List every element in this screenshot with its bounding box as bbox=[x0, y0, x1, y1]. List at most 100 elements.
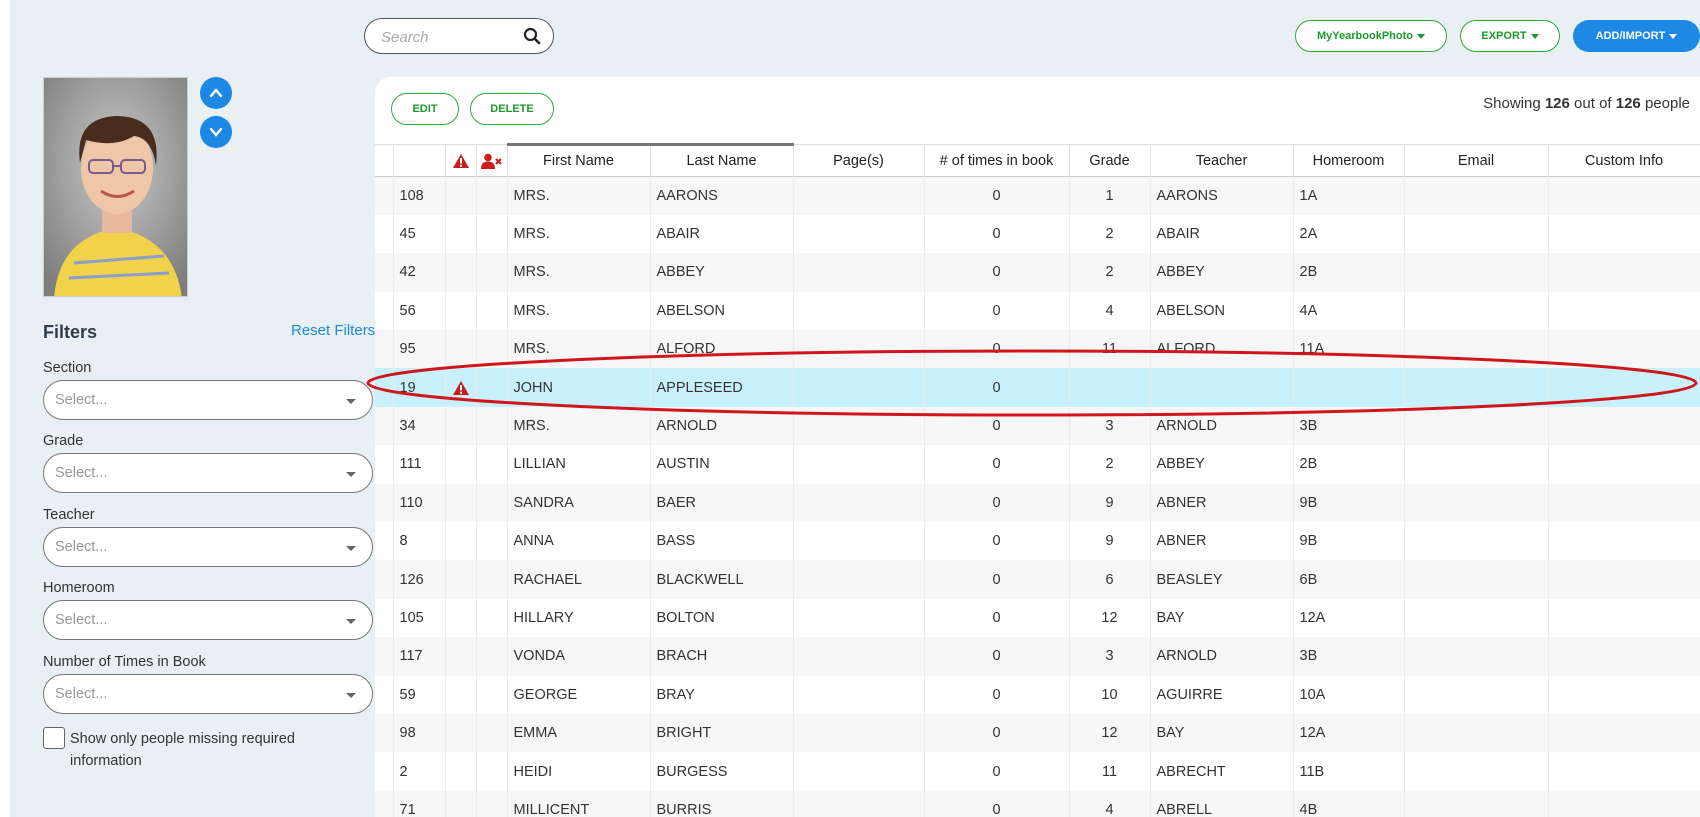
export-dropdown-button[interactable]: EXPORT bbox=[1460, 20, 1560, 52]
email-column-header[interactable]: Email bbox=[1404, 144, 1549, 177]
times-in-book-cell: 0 bbox=[924, 522, 1070, 561]
homeroom-column-header[interactable]: Homeroom bbox=[1293, 144, 1405, 177]
total-count: 126 bbox=[1615, 95, 1641, 112]
table-row[interactable]: 56 MRS. ABELSON 0 4 ABELSON 4A bbox=[375, 291, 1700, 331]
warning-cell bbox=[445, 291, 477, 331]
search-input[interactable] bbox=[381, 27, 521, 47]
previous-person-button[interactable] bbox=[200, 77, 232, 109]
table-row[interactable]: 2 HEIDI BURGESS 0 11 ABRECHT 11B bbox=[375, 752, 1700, 791]
edit-button[interactable]: EDIT bbox=[391, 93, 459, 125]
people-table-panel: EDIT DELETE Showing 126 out of 126 peopl… bbox=[375, 77, 1700, 817]
table-row[interactable]: 126 RACHAEL BLACKWELL 0 6 BEASLEY 6B bbox=[375, 560, 1700, 599]
myyearbookphoto-dropdown-button[interactable]: MyYearbookPhoto bbox=[1295, 20, 1447, 52]
showing-middle: out of bbox=[1574, 95, 1612, 112]
grade-cell: 4 bbox=[1069, 790, 1151, 817]
times-in-book-cell: 0 bbox=[924, 406, 1070, 446]
table-row[interactable]: 19 JOHN APPLESEED 0 bbox=[375, 368, 1700, 407]
homeroom-filter-select[interactable]: Select... bbox=[43, 600, 373, 640]
custom-info-column-header[interactable]: Custom Info bbox=[1548, 144, 1700, 177]
grade-filter-select[interactable]: Select... bbox=[43, 453, 373, 493]
export-label: EXPORT bbox=[1481, 30, 1527, 42]
teacher-column-header[interactable]: Teacher bbox=[1150, 144, 1294, 177]
table-row[interactable]: 45 MRS. ABAIR 0 2 ABAIR 2A bbox=[375, 214, 1700, 254]
warning-cell bbox=[445, 406, 477, 446]
reset-filters-link[interactable]: Reset Filters bbox=[291, 322, 375, 339]
section-filter-select[interactable]: Select... bbox=[43, 380, 373, 420]
table-row[interactable]: 117 VONDA BRACH 0 3 ARNOLD 3B bbox=[375, 637, 1700, 676]
table-row[interactable]: 110 SANDRA BAER 0 9 ABNER 9B bbox=[375, 483, 1700, 523]
table-row[interactable]: 59 GEORGE BRAY 0 10 AGUIRRE 10A bbox=[375, 675, 1700, 714]
teacher-cell bbox=[1150, 368, 1294, 407]
custom-info-cell bbox=[1548, 406, 1700, 446]
table-row[interactable]: 8 ANNA BASS 0 9 ABNER 9B bbox=[375, 522, 1700, 561]
table-header-row: First Name Last Name Page(s) # of times … bbox=[375, 143, 1700, 177]
section-filter-label: Section bbox=[43, 360, 92, 376]
id-cell: 108 bbox=[393, 176, 446, 215]
search-box[interactable] bbox=[364, 18, 554, 54]
table-row[interactable]: 71 MILLICENT BURRIS 0 4 ABRELL 4B bbox=[375, 790, 1700, 817]
first-name-column-header[interactable]: First Name bbox=[507, 143, 651, 177]
first-name-cell: GEORGE bbox=[507, 675, 651, 714]
times-in-book-filter-label: Number of Times in Book bbox=[43, 654, 206, 670]
caret-down-icon bbox=[1669, 33, 1678, 39]
table-row[interactable]: 108 MRS. AARONS 0 1 AARONS 1A bbox=[375, 176, 1700, 215]
teacher-filter-select[interactable]: Select... bbox=[43, 527, 373, 567]
shown-count: 126 bbox=[1544, 95, 1570, 112]
last-name-column-header[interactable]: Last Name bbox=[650, 143, 794, 177]
grade-cell: 11 bbox=[1069, 752, 1151, 791]
custom-info-cell bbox=[1548, 330, 1700, 369]
custom-info-cell bbox=[1548, 483, 1700, 523]
spacer-cell bbox=[375, 560, 394, 599]
grade-cell: 9 bbox=[1069, 483, 1151, 523]
warning-column-header[interactable] bbox=[445, 144, 477, 177]
myyearbookphoto-label: MyYearbookPhoto bbox=[1317, 30, 1413, 42]
next-person-button[interactable] bbox=[200, 116, 232, 148]
pages-column-header[interactable]: Page(s) bbox=[793, 144, 925, 177]
first-name-cell: MRS. bbox=[507, 176, 651, 215]
first-name-cell: MILLICENT bbox=[507, 790, 651, 817]
table-row[interactable]: 105 HILLARY BOLTON 0 12 BAY 12A bbox=[375, 598, 1700, 638]
times-in-book-cell: 0 bbox=[924, 368, 1070, 407]
missing-person-column-header[interactable] bbox=[476, 144, 508, 177]
grade-filter-placeholder: Select... bbox=[55, 465, 108, 481]
table-row[interactable]: 111 LILLIAN AUSTIN 0 2 ABBEY 2B bbox=[375, 445, 1700, 484]
last-name-cell: BAER bbox=[650, 483, 794, 523]
id-cell: 117 bbox=[393, 637, 446, 676]
dropdown-arrow-icon bbox=[346, 399, 356, 404]
warning-cell bbox=[445, 253, 477, 292]
pages-cell bbox=[793, 483, 925, 523]
delete-button[interactable]: DELETE bbox=[470, 93, 554, 125]
missing-info-checkbox[interactable] bbox=[43, 727, 65, 749]
table-row[interactable]: 34 MRS. ARNOLD 0 3 ARNOLD 3B bbox=[375, 406, 1700, 446]
spacer-cell bbox=[375, 253, 394, 292]
first-name-cell: JOHN bbox=[507, 368, 651, 407]
custom-info-cell bbox=[1548, 214, 1700, 254]
email-cell bbox=[1404, 713, 1549, 753]
table-row[interactable]: 98 EMMA BRIGHT 0 12 BAY 12A bbox=[375, 713, 1700, 753]
grade-column-header[interactable]: Grade bbox=[1069, 144, 1151, 177]
email-cell bbox=[1404, 214, 1549, 254]
id-column-header[interactable] bbox=[393, 144, 446, 177]
last-name-cell: BRACH bbox=[650, 637, 794, 676]
warning-cell bbox=[445, 713, 477, 753]
spacer-cell bbox=[375, 598, 394, 638]
showing-count-text: Showing 126 out of 126 people bbox=[1483, 95, 1690, 112]
email-cell bbox=[1404, 253, 1549, 292]
email-cell bbox=[1404, 176, 1549, 215]
last-name-cell: AARONS bbox=[650, 176, 794, 215]
pages-cell bbox=[793, 637, 925, 676]
times-in-book-cell: 0 bbox=[924, 253, 1070, 292]
missing-person-cell bbox=[476, 291, 508, 331]
email-cell bbox=[1404, 445, 1549, 484]
table-row[interactable]: 95 MRS. ALFORD 0 11 ALFORD 11A bbox=[375, 330, 1700, 369]
homeroom-cell: 4A bbox=[1293, 291, 1405, 331]
spacer-cell bbox=[375, 214, 394, 254]
times-in-book-column-header[interactable]: # of times in book bbox=[924, 144, 1070, 177]
add-import-dropdown-button[interactable]: ADD/IMPORT bbox=[1573, 20, 1700, 52]
times-in-book-filter-select[interactable]: Select... bbox=[43, 674, 373, 714]
search-icon[interactable] bbox=[523, 27, 541, 45]
custom-info-cell bbox=[1548, 752, 1700, 791]
table-row[interactable]: 42 MRS. ABBEY 0 2 ABBEY 2B bbox=[375, 253, 1700, 292]
custom-info-cell bbox=[1548, 675, 1700, 714]
teacher-cell: ARNOLD bbox=[1150, 637, 1294, 676]
